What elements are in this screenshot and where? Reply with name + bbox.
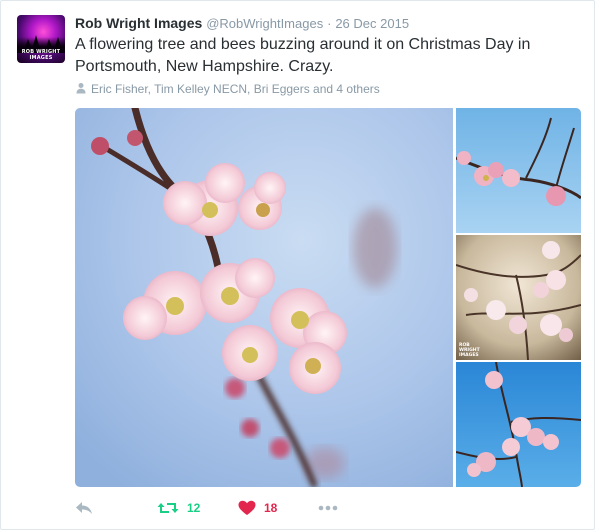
tagged-people[interactable]: Eric Fisher, Tim Kelley NECN, Bri Eggers… [75, 81, 380, 97]
like-count: 18 [264, 501, 278, 515]
photo-middle-right[interactable]: ROB WRIGHT IMAGES [456, 235, 581, 360]
header-separator: · [327, 16, 332, 31]
avatar-caption: ROB WRIGHT IMAGES [21, 49, 61, 61]
photo-watermark: ROB WRIGHT IMAGES [459, 343, 480, 358]
ellipsis-icon [318, 505, 338, 511]
tagged-people-text: Eric Fisher, Tim Kelley NECN, Bri Eggers… [91, 82, 380, 96]
reply-arrow-icon [76, 502, 92, 514]
tweet-text: A flowering tree and bees buzzing around… [75, 36, 531, 75]
tweet-header: Rob Wright Images @RobWrightImages · 26 … [75, 14, 409, 33]
person-icon [76, 83, 86, 94]
retweet-icon [157, 503, 179, 513]
author-name[interactable]: Rob Wright Images [75, 15, 202, 31]
more-button[interactable] [317, 498, 339, 518]
tweet-card[interactable]: ROB WRIGHT IMAGES Rob Wright Images @Rob… [0, 0, 595, 530]
avatar[interactable]: ROB WRIGHT IMAGES [17, 15, 65, 63]
photo-main[interactable] [75, 108, 453, 487]
photo-top-right[interactable] [456, 108, 581, 233]
heart-icon [238, 500, 256, 515]
like-button[interactable]: 18 [238, 498, 277, 518]
retweet-button[interactable]: 12 [157, 498, 200, 518]
photo-bottom-right[interactable] [456, 362, 581, 487]
tweet-date[interactable]: 26 Dec 2015 [335, 16, 409, 31]
author-handle[interactable]: @RobWrightImages [206, 16, 323, 31]
retweet-count: 12 [187, 501, 201, 515]
reply-button[interactable] [75, 498, 93, 518]
photo-grid: ROB WRIGHT IMAGES [75, 108, 581, 487]
